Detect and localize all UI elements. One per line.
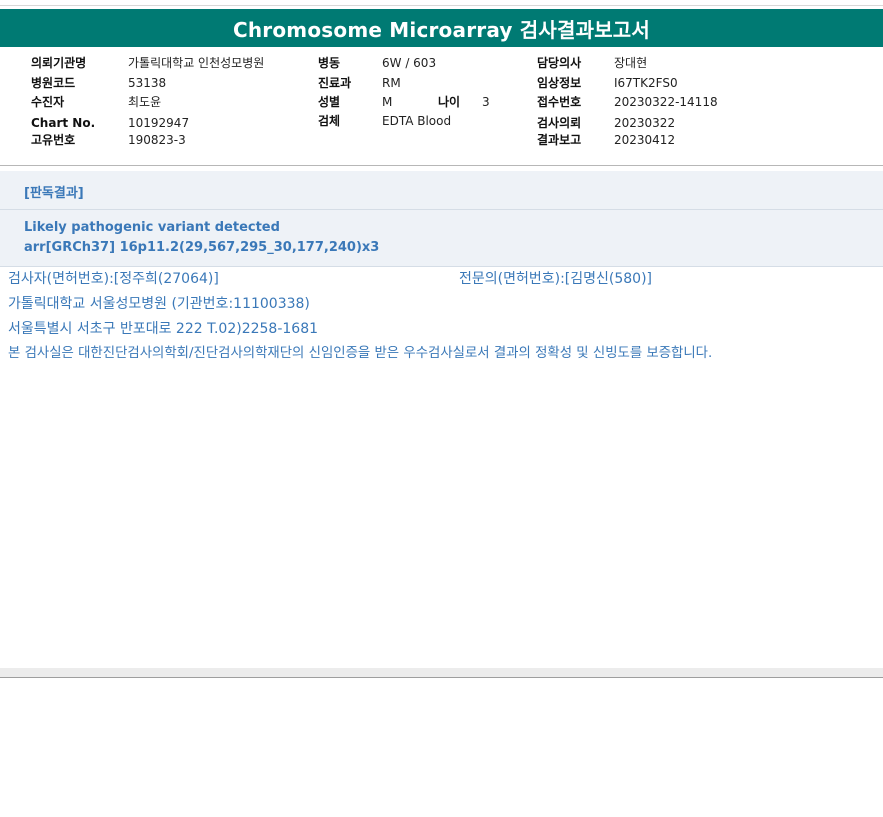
chart-no-value: 10192947: [128, 116, 190, 130]
unique-id-label: 고유번호: [31, 133, 76, 147]
unique-id-value: 190823-3: [128, 133, 186, 147]
age-value: 3: [482, 95, 490, 109]
institution-address: 서울특별시 서초구 반포대로 222 T.02)2258-1681: [8, 321, 319, 337]
receipt-number-label: 접수번호: [537, 95, 582, 109]
ward-value: 6W / 603: [382, 56, 437, 70]
certification-statement: 본 검사실은 대한진단검사의학회/진단검사의학재단의 신임인증을 받은 우수검사…: [8, 346, 713, 361]
test-request-date-label: 검사의뢰: [537, 116, 582, 130]
hospital-code-value: 53138: [128, 76, 167, 90]
hospital-code-label: 병원코드: [31, 76, 76, 90]
attending-physician-value: 장대현: [614, 56, 648, 70]
chart-no-label: Chart No.: [31, 116, 96, 130]
top-rule: [0, 0, 883, 6]
requesting-institution-label: 의뢰기관명: [31, 56, 87, 70]
interpretation-heading-row: [판독결과]: [0, 171, 883, 210]
result-report-date-value: 20230412: [614, 133, 676, 147]
specialist-signature: 전문의(면허번호):[김명신(580)]: [459, 271, 653, 287]
section-divider: [0, 165, 883, 166]
patient-name-label: 수진자: [31, 95, 65, 109]
interpretation-heading: [판독결과]: [24, 186, 84, 201]
sex-value: M: [382, 95, 393, 109]
bottom-divider: [0, 668, 883, 678]
patient-info-section: 의뢰기관명 가톨릭대학교 인천성모병원 병원코드 53138 수진자 최도윤 C…: [0, 47, 883, 165]
interpretation-karyotype: arr[GRCh37] 16p11.2(29,567,295_30,177,24…: [24, 240, 380, 255]
clinical-info-label: 임상정보: [537, 76, 582, 90]
patient-name-value: 최도윤: [128, 95, 162, 109]
attending-physician-label: 담당의사: [537, 56, 582, 70]
age-label: 나이: [438, 95, 461, 109]
ward-label: 병동: [318, 56, 341, 70]
report-title: Chromosome Microarray 검사결과보고서: [232, 17, 651, 42]
specimen-label: 검체: [318, 114, 341, 128]
department-label: 진료과: [318, 76, 352, 90]
result-report-date-label: 결과보고: [537, 133, 582, 147]
interpretation-result-box: Likely pathogenic variant detected arr[G…: [0, 210, 883, 267]
report-title-bar: Chromosome Microarray 검사결과보고서: [0, 9, 883, 47]
department-value: RM: [382, 76, 401, 90]
clinical-info-value: I67TK2FS0: [614, 76, 678, 90]
interpretation-summary: Likely pathogenic variant detected: [24, 220, 280, 235]
requesting-institution-value: 가톨릭대학교 인천성모병원: [128, 56, 265, 70]
specimen-value: EDTA Blood: [382, 114, 452, 128]
test-request-date-value: 20230322: [614, 116, 676, 130]
sex-label: 성별: [318, 95, 341, 109]
examiner-signature: 검사자(면허번호):[정주희(27064)]: [8, 271, 219, 287]
institution-info: 가톨릭대학교 서울성모병원 (기관번호:11100338): [8, 296, 310, 312]
receipt-number-value: 20230322-14118: [614, 95, 718, 109]
